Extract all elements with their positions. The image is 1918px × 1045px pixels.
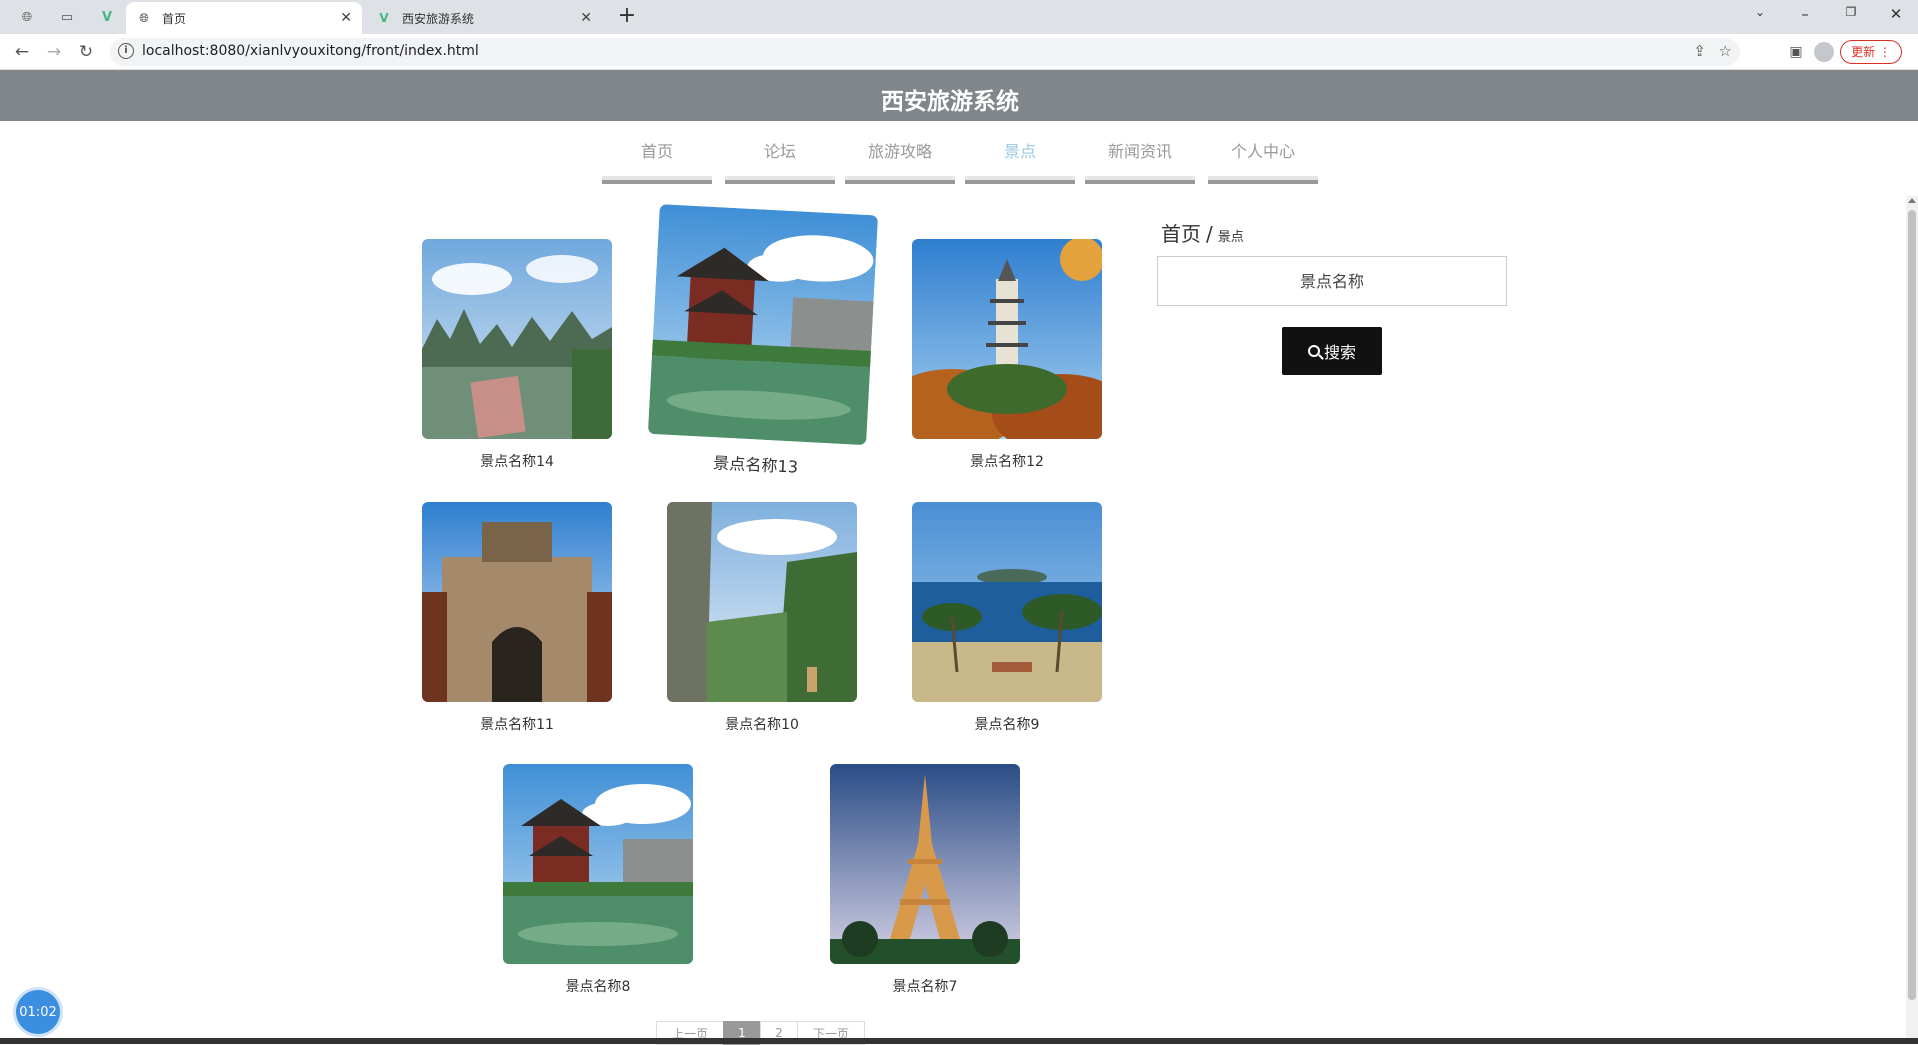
search-icon <box>1307 345 1320 357</box>
attraction-card[interactable]: 景点名称7 <box>830 764 1020 996</box>
tab-home[interactable]: 🌐︎ 首页 ✕ <box>126 2 362 34</box>
nav-label: 景点 <box>1003 142 1036 161</box>
attraction-card[interactable]: 景点名称9 <box>912 502 1102 734</box>
nav-label: 新闻资讯 <box>1107 142 1172 161</box>
attraction-scene-image <box>422 239 612 439</box>
breadcrumb-separator: / <box>1206 222 1213 246</box>
new-tab-button[interactable]: + <box>614 4 640 30</box>
attraction-card[interactable]: 景点名称13 <box>646 204 879 482</box>
nav-label: 个人中心 <box>1230 142 1295 161</box>
search-button[interactable]: 搜索 <box>1282 327 1382 375</box>
minimize-icon[interactable]: – <box>1793 5 1817 23</box>
forward-icon[interactable]: → <box>42 41 66 63</box>
share-icon[interactable]: ⇪ <box>1693 42 1706 60</box>
attraction-name[interactable]: 景点名称10 <box>667 714 857 734</box>
attraction-image[interactable] <box>830 764 1020 964</box>
browser-tab-bar: 🌐︎ ▭ V 🌐︎ 首页 ✕ V 西安旅游系统 ✕ + ⌄ – ❐ ✕ <box>0 0 1918 34</box>
attraction-image[interactable] <box>422 502 612 702</box>
tab-xian-travel[interactable]: V 西安旅游系统 ✕ <box>366 2 602 34</box>
attraction-scene-image <box>647 204 879 446</box>
nav-label: 论坛 <box>763 142 796 161</box>
nav-underline <box>965 176 1075 184</box>
tab-title: 西安旅游系统 <box>402 11 475 26</box>
vue-tab-icon[interactable]: V <box>96 6 118 28</box>
vue-icon: V <box>379 11 389 25</box>
restore-icon[interactable]: ❐ <box>1839 5 1863 19</box>
nav-item-forum[interactable]: 论坛 <box>725 140 835 184</box>
attraction-name[interactable]: 景点名称13 <box>646 448 865 482</box>
sidebar-icon[interactable]: ▣ <box>1784 41 1808 63</box>
attraction-scene-image <box>667 502 857 702</box>
attraction-name-search-input[interactable] <box>1157 256 1507 306</box>
search-button-label: 搜索 <box>1323 343 1356 362</box>
tab-title: 首页 <box>162 11 187 26</box>
attraction-card[interactable]: 景点名称11 <box>422 502 612 734</box>
attraction-image[interactable] <box>503 764 693 964</box>
bookmark-star-icon[interactable]: ☆ <box>1719 42 1732 60</box>
url-text: localhost:8080/xianlvyouxitong/front/ind… <box>142 43 479 59</box>
attraction-scene-image <box>912 239 1102 439</box>
nav-underline <box>1085 176 1195 184</box>
attraction-name[interactable]: 景点名称8 <box>503 976 693 996</box>
site-title: 西安旅游系统 <box>881 89 1019 115</box>
page-scrollbar[interactable] <box>1906 196 1918 1044</box>
attraction-card[interactable]: 景点名称10 <box>667 502 857 734</box>
nav-label: 首页 <box>640 142 673 161</box>
attraction-name[interactable]: 景点名称7 <box>830 976 1020 996</box>
nav-underline <box>725 176 835 184</box>
update-button[interactable]: 更新 ⋮ <box>1840 40 1902 64</box>
attraction-image[interactable] <box>912 502 1102 702</box>
globe-icon[interactable]: 🌐︎ <box>16 6 38 28</box>
scrollbar-thumb[interactable] <box>1908 210 1916 1000</box>
attraction-scene-image <box>830 764 1020 964</box>
breadcrumb-home[interactable]: 首页 <box>1161 222 1201 246</box>
nav-item-news[interactable]: 新闻资讯 <box>1085 140 1195 184</box>
breadcrumb-current: 景点 <box>1217 230 1244 245</box>
nav-item-attractions[interactable]: 景点 <box>965 140 1075 184</box>
nav-item-profile[interactable]: 个人中心 <box>1208 140 1318 184</box>
attraction-scene-image <box>912 502 1102 702</box>
site-header: 西安旅游系统 <box>0 70 1918 121</box>
nav-underline <box>602 176 712 184</box>
site-info-icon[interactable]: i <box>118 43 134 59</box>
taskbar-strip <box>0 1038 1918 1044</box>
back-icon[interactable]: ← <box>10 41 34 63</box>
attraction-image[interactable] <box>647 204 879 446</box>
window-close-icon[interactable]: ✕ <box>1884 5 1908 23</box>
tab-search-icon[interactable]: ⌄ <box>1748 5 1772 19</box>
nav-underline <box>845 176 955 184</box>
recording-timer[interactable]: 01:02 <box>16 990 60 1034</box>
globe-icon: 🌐︎ <box>139 10 149 25</box>
breadcrumb: 首页 / 景点 <box>1161 218 1244 247</box>
nav-underline <box>1208 176 1318 184</box>
close-icon[interactable]: ✕ <box>340 10 352 26</box>
close-icon[interactable]: ✕ <box>580 10 592 26</box>
blank-tab-icon[interactable]: ▭ <box>56 6 78 28</box>
attraction-scene-image <box>422 502 612 702</box>
attraction-card[interactable]: 景点名称8 <box>503 764 693 996</box>
attraction-image[interactable] <box>912 239 1102 439</box>
nav-label: 旅游攻略 <box>867 142 932 161</box>
reload-icon[interactable]: ↻ <box>74 41 98 63</box>
browser-toolbar: ← → ↻ i localhost:8080/xianlvyouxitong/f… <box>0 34 1918 70</box>
attraction-image[interactable] <box>667 502 857 702</box>
profile-avatar-icon[interactable] <box>1814 42 1834 62</box>
attraction-scene-image <box>503 764 693 964</box>
attraction-image[interactable] <box>422 239 612 439</box>
address-bar[interactable]: i localhost:8080/xianlvyouxitong/front/i… <box>110 38 1740 66</box>
attraction-name[interactable]: 景点名称11 <box>422 714 612 734</box>
nav-item-home[interactable]: 首页 <box>602 140 712 184</box>
nav-item-guides[interactable]: 旅游攻略 <box>845 140 955 184</box>
attraction-name[interactable]: 景点名称12 <box>912 451 1102 471</box>
attraction-card[interactable]: 景点名称12 <box>912 239 1102 471</box>
attraction-name[interactable]: 景点名称14 <box>422 451 612 471</box>
update-label: 更新 <box>1851 45 1876 59</box>
scroll-up-arrow-icon[interactable] <box>1908 198 1916 203</box>
attraction-card[interactable]: 景点名称14 <box>422 239 612 471</box>
attraction-name[interactable]: 景点名称9 <box>912 714 1102 734</box>
